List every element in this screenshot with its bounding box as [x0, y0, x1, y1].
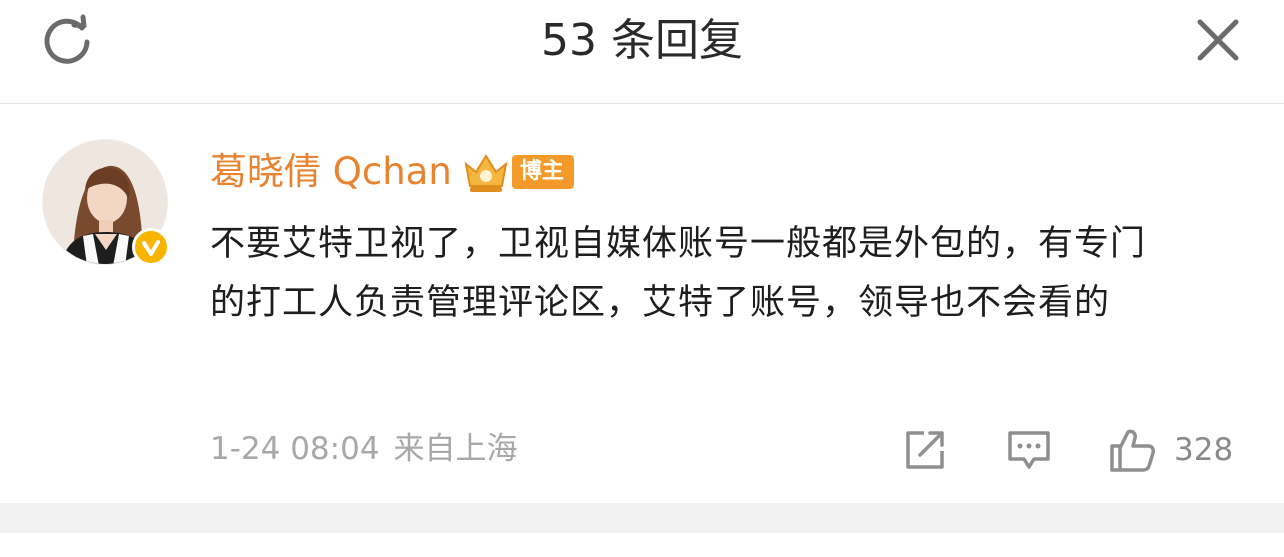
comment-text: 不要艾特卫视了，卫视自媒体账号一般都是外包的，有专门的打工人负责管理评论区，艾特… [210, 224, 1147, 323]
refresh-button[interactable] [38, 14, 96, 66]
reply-button[interactable] [1006, 427, 1052, 473]
page-title: 53 条回复 [541, 15, 743, 66]
share-icon [906, 431, 944, 469]
thumbs-up-icon [1110, 429, 1155, 472]
close-icon [1197, 19, 1239, 61]
refresh-icon [44, 14, 90, 64]
like-button[interactable]: 328 [1108, 427, 1254, 473]
avatar-container[interactable] [42, 139, 170, 266]
reply-comment: 葛晓倩 Qchan 博主 不要艾特卫视了，卫视自媒体账号一般都是外包的，有专门的… [0, 105, 1284, 503]
timestamp: 1-24 08:04 [210, 431, 380, 467]
location: 来自上海 [393, 431, 518, 467]
share-button[interactable] [902, 427, 948, 473]
close-button[interactable] [1192, 14, 1244, 66]
like-count: 328 [1174, 432, 1234, 468]
verified-check-icon [142, 240, 160, 256]
comment-icon [1008, 431, 1050, 469]
username-link[interactable]: 葛晓倩 Qchan [210, 148, 452, 196]
author-role-badge: 博主 [511, 155, 574, 189]
crown-icon [462, 150, 510, 194]
header-bar: 53 条回复 [0, 0, 1284, 104]
comment-meta: 1-24 08:04 来自上海 [210, 427, 518, 471]
footer-divider [0, 503, 1284, 533]
name-row: 葛晓倩 Qchan 博主 [210, 147, 574, 197]
verified-badge [132, 228, 170, 266]
